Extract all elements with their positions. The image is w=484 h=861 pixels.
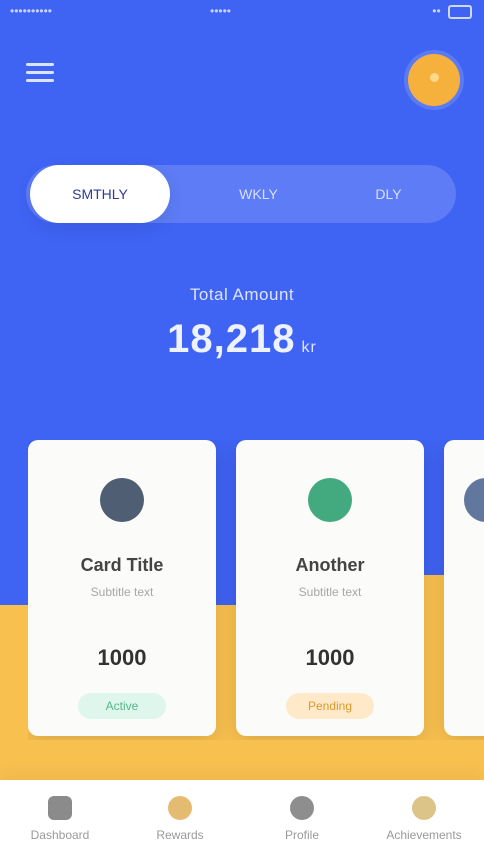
nav-rewards[interactable]: Rewards: [130, 796, 230, 842]
menu-button[interactable]: [26, 58, 54, 86]
summary-number: 18,218: [167, 317, 296, 361]
circle-icon: [100, 478, 144, 522]
leaf-icon: [308, 478, 352, 522]
card-subtitle: Subtitle text: [298, 585, 362, 599]
status-time: •••••: [210, 4, 232, 18]
status-left: ••••••••••: [10, 4, 53, 18]
status-badge: Pending: [286, 693, 374, 719]
user-icon: [290, 796, 314, 820]
status-right: ••: [432, 4, 472, 19]
bottom-navigation: Dashboard Rewards Profile Achievements: [0, 780, 484, 861]
card-title: Card Title: [80, 555, 164, 575]
circle-icon: [464, 478, 484, 522]
nav-dashboard[interactable]: Dashboard: [10, 796, 110, 842]
card-subtitle: Subtitle text: [90, 585, 154, 599]
nav-achievements[interactable]: Achievements: [374, 796, 474, 842]
dashboard-icon: [48, 796, 72, 820]
nav-label: Dashboard: [30, 828, 90, 842]
tab-daily[interactable]: DLY: [326, 165, 451, 223]
account-card[interactable]: Another Subtitle text 1000 Pending: [236, 440, 424, 736]
signal-text: ••: [432, 4, 441, 18]
tab-weekly[interactable]: WKLY: [191, 165, 326, 223]
card-amount: 1000: [97, 645, 147, 670]
card-title: Another: [295, 555, 365, 575]
summary-value: 18,218 kr: [0, 317, 484, 362]
account-card-partial[interactable]: [444, 440, 484, 736]
nav-label: Achievements: [386, 828, 462, 842]
nav-profile[interactable]: Profile: [252, 796, 352, 842]
menu-icon-line: [26, 63, 54, 66]
tab-monthly[interactable]: SMTHLY: [30, 165, 170, 223]
status-bar: •••••••••• ••••• ••: [0, 0, 484, 24]
period-tabs: SMTHLY WKLY DLY: [26, 165, 456, 223]
status-badge: Active: [78, 693, 166, 719]
nav-label: Rewards: [156, 828, 204, 842]
nav-label: Profile: [284, 828, 319, 842]
avatar-button[interactable]: [408, 54, 460, 106]
menu-icon-line: [26, 71, 54, 74]
card-carousel: Card Title Subtitle text 1000 Active Ano…: [28, 440, 484, 740]
card-amount: 1000: [305, 645, 355, 670]
summary-unit: kr: [301, 339, 317, 356]
account-card[interactable]: Card Title Subtitle text 1000 Active: [28, 440, 216, 736]
coin-icon: [168, 796, 192, 820]
amount-summary: Total Amount 18,218 kr: [0, 285, 484, 362]
menu-icon-line: [26, 79, 54, 82]
medal-icon: [412, 796, 436, 820]
summary-label: Total Amount: [189, 285, 295, 304]
battery-icon: [448, 4, 472, 19]
